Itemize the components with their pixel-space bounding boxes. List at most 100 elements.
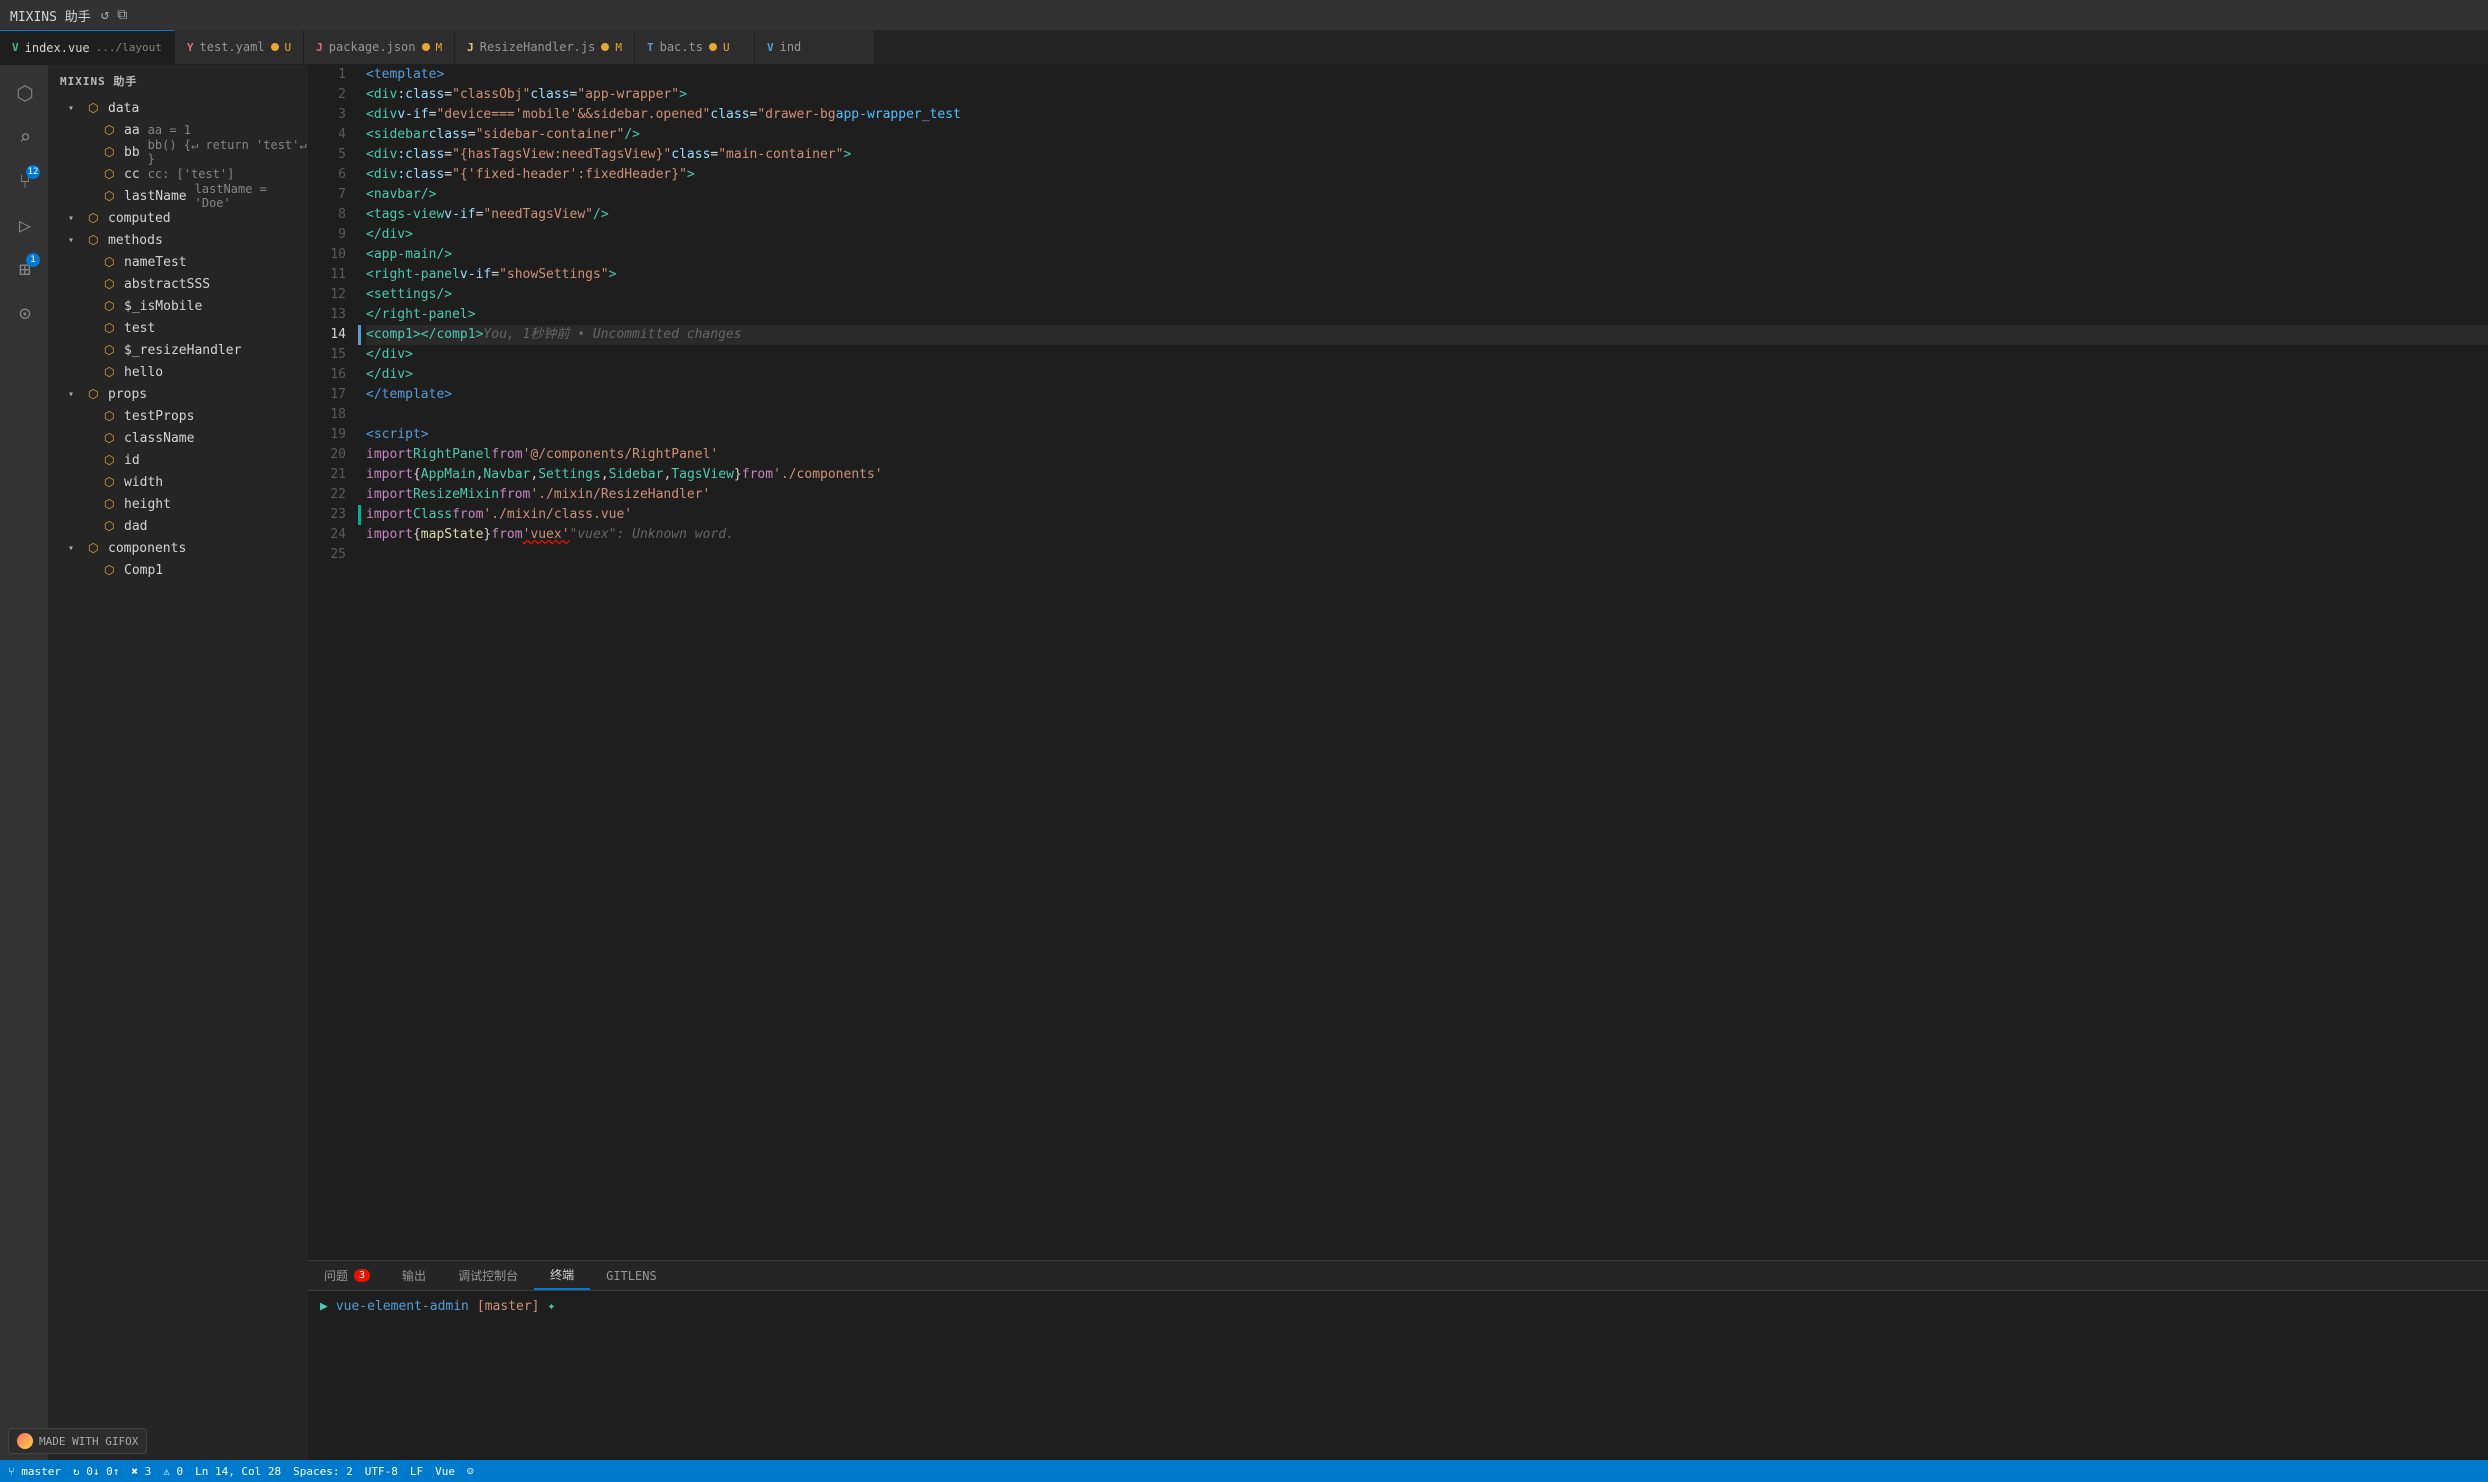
tree-item-icon-components: ⬡ <box>88 541 104 555</box>
tree-item-label: abstractSSS <box>124 277 210 292</box>
tree-item-lastname[interactable]: ⬡lastNamelastName = 'Doe' <box>48 185 308 207</box>
tab-label-resize-handler: ResizeHandler.js <box>480 40 596 54</box>
token: </div> <box>366 345 413 365</box>
tree-item-test[interactable]: ⬡test <box>48 317 308 339</box>
activity-item-extensions[interactable]: ⊞1 <box>4 249 44 289</box>
activity-item-explorer[interactable]: ⬡ <box>4 73 44 113</box>
status-item-sync[interactable]: ↻ 0↓ 0↑ <box>73 1465 119 1478</box>
status-item-encoding[interactable]: UTF-8 <box>365 1465 398 1478</box>
tree-item-icon-dad: ⬡ <box>104 519 120 533</box>
tree-item-label: props <box>108 387 147 402</box>
tree-item-classname[interactable]: ⬡className <box>48 427 308 449</box>
sidebar: MIXINS 助手 ▾⬡data⬡aaaa = 1⬡bbbb() {↵ retu… <box>48 65 308 1460</box>
status-item-spaces[interactable]: Spaces: 2 <box>293 1465 353 1478</box>
tree-item-width[interactable]: ⬡width <box>48 471 308 493</box>
tree-item-nametest[interactable]: ⬡nameTest <box>48 251 308 273</box>
token: from <box>491 525 522 545</box>
tab-index-vue[interactable]: Vindex.vue .../layout <box>0 30 175 64</box>
tab-badge-bac-ts: U <box>723 41 730 54</box>
activity-item-accounts[interactable]: ⊙ <box>4 293 44 333</box>
tree-item-icon-ismobile: ⬡ <box>104 299 120 313</box>
panel-tab-problems[interactable]: 问题3 <box>308 1261 386 1290</box>
tree-item-comp1[interactable]: ⬡Comp1 <box>48 559 308 581</box>
tree-item-icon-computed: ⬡ <box>88 211 104 225</box>
panel-content: ▶ vue-element-admin [master] ✦ <box>308 1291 2488 1460</box>
activity-item-source-control[interactable]: ⑂12 <box>4 161 44 201</box>
sidebar-content: ▾⬡data⬡aaaa = 1⬡bbbb() {↵ return 'test'↵… <box>48 97 308 1460</box>
status-item-branch[interactable]: ⑂ master <box>8 1465 61 1478</box>
tree-item-icon-comp1: ⬡ <box>104 563 120 577</box>
tab-bac-ts[interactable]: Tbac.tsU <box>635 30 755 64</box>
token: <div <box>366 85 397 105</box>
tree-item-hello[interactable]: ⬡hello <box>48 361 308 383</box>
tab-resize-handler[interactable]: JResizeHandler.jsM <box>455 30 635 64</box>
tab-test-yaml[interactable]: Ytest.yamlU <box>175 30 304 64</box>
tab-ind[interactable]: Vind <box>755 30 875 64</box>
activity-icon-explorer: ⬡ <box>16 81 33 105</box>
tab-path-index-vue: .../layout <box>96 41 162 54</box>
tree-item-icon-lastname: ⬡ <box>104 189 120 203</box>
token: = <box>444 85 452 105</box>
token: <app-main <box>366 245 436 265</box>
token: mapState <box>421 525 484 545</box>
status-item-language[interactable]: Vue <box>435 1465 455 1478</box>
tree-item-label: computed <box>108 211 171 226</box>
token: '@/components/RightPanel' <box>523 445 719 465</box>
line-number-20: 20 <box>308 445 346 465</box>
tree-item-components[interactable]: ▾⬡components <box>48 537 308 559</box>
panel-tab-gitlens[interactable]: GITLENS <box>590 1261 673 1290</box>
split-icon[interactable]: ⧉ <box>117 7 127 23</box>
tree-item-label: methods <box>108 233 163 248</box>
panel-tab-output[interactable]: 输出 <box>386 1261 442 1290</box>
tree-item-id[interactable]: ⬡id <box>48 449 308 471</box>
token: = <box>444 145 452 165</box>
tree-item-props[interactable]: ▾⬡props <box>48 383 308 405</box>
tree-item-label: height <box>124 497 171 512</box>
reload-icon[interactable]: ↺ <box>101 7 109 23</box>
tab-icon-package-json: J <box>316 41 323 54</box>
tree-item-methods[interactable]: ▾⬡methods <box>48 229 308 251</box>
panel-tab-debug[interactable]: 调试控制台 <box>442 1261 534 1290</box>
tree-item-height[interactable]: ⬡height <box>48 493 308 515</box>
token: :class <box>397 85 444 105</box>
status-item-ln-col[interactable]: Ln 14, Col 28 <box>195 1465 281 1478</box>
tree-item-dad[interactable]: ⬡dad <box>48 515 308 537</box>
tab-label-index-vue: index.vue <box>25 41 90 55</box>
tree-item-testprops[interactable]: ⬡testProps <box>48 405 308 427</box>
code-line-25 <box>366 545 2488 565</box>
code-line-20: import RightPanel from '@/components/Rig… <box>366 445 2488 465</box>
tree-item-resizehandler[interactable]: ⬡$_resizeHandler <box>48 339 308 361</box>
token: :class <box>397 145 444 165</box>
status-item-feedback[interactable]: ☺ <box>467 1465 474 1478</box>
token: { <box>413 465 421 485</box>
code-content[interactable]: <template> <div :class="classObj" class=… <box>358 65 2488 1260</box>
line-number-21: 21 <box>308 465 346 485</box>
status-item-crlf[interactable]: LF <box>410 1465 423 1478</box>
status-item-warnings[interactable]: ⚠ 0 <box>163 1465 183 1478</box>
tree-item-data[interactable]: ▾⬡data <box>48 97 308 119</box>
activity-item-search[interactable]: ⌕ <box>4 117 44 157</box>
gifox-badge: MADE WITH GIFOX <box>8 1428 147 1454</box>
tree-item-bb[interactable]: ⬡bbbb() {↵ return 'test'↵ } <box>48 141 308 163</box>
tree-item-ismobile[interactable]: ⬡$_isMobile <box>48 295 308 317</box>
panel-tab-terminal[interactable]: 终端 <box>534 1261 590 1290</box>
line-number-11: 11 <box>308 265 346 285</box>
token: from <box>742 465 773 485</box>
token: './mixin/ResizeHandler' <box>530 485 710 505</box>
tree-item-computed[interactable]: ▾⬡computed <box>48 207 308 229</box>
token: "app-wrapper" <box>577 85 679 105</box>
line-number-6: 6 <box>308 165 346 185</box>
token: :class <box>397 165 444 185</box>
status-item-errors[interactable]: ✖ 3 <box>131 1465 151 1478</box>
tree-item-label: width <box>124 475 163 490</box>
token: import <box>366 485 413 505</box>
tab-package-json[interactable]: Jpackage.jsonM <box>304 30 455 64</box>
status-bar: ⑂ master ↻ 0↓ 0↑ ✖ 3 ⚠ 0 Ln 14, Col 28 Spaces… <box>0 1460 2488 1482</box>
tree-item-abstractsss[interactable]: ⬡abstractSSS <box>48 273 308 295</box>
token: "showSettings" <box>499 265 609 285</box>
token: "{'fixed-header':fixedHeader}" <box>452 165 687 185</box>
token: , <box>530 465 538 485</box>
activity-item-run[interactable]: ▷ <box>4 205 44 245</box>
line-number-15: 15 <box>308 345 346 365</box>
tree-item-label: $_resizeHandler <box>124 343 241 358</box>
